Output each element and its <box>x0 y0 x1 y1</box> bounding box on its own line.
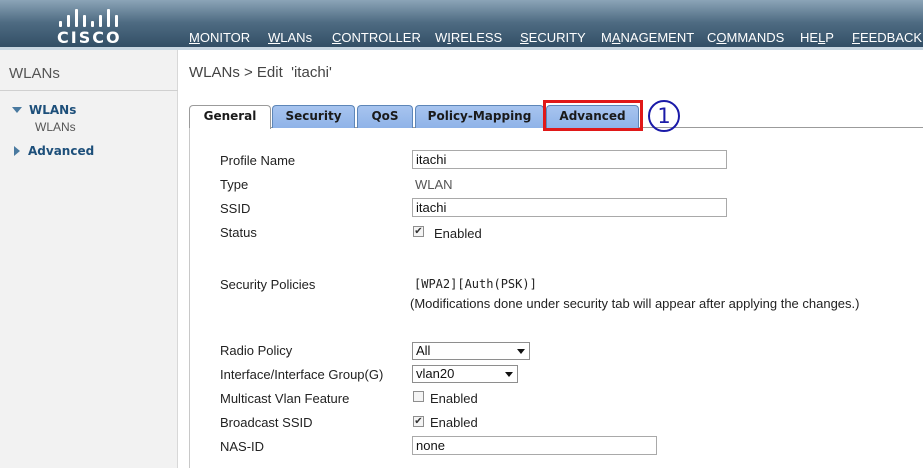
nav-commands[interactable]: COMMANDS <box>707 30 784 45</box>
radio-policy-selected: All <box>416 343 431 358</box>
status-label: Status <box>220 225 257 240</box>
tab-qos[interactable]: QoS <box>357 105 413 128</box>
nas-id-label: NAS-ID <box>220 439 265 454</box>
cisco-logo: CISCO <box>55 5 123 47</box>
ssid-label: SSID <box>220 201 251 216</box>
type-value: WLAN <box>415 177 453 192</box>
expand-triangle-icon[interactable] <box>12 107 22 113</box>
interface-selected: vlan20 <box>416 366 455 381</box>
nas-id-field[interactable]: none <box>412 436 657 455</box>
tab-general[interactable]: General <box>189 105 271 129</box>
nav-help[interactable]: HELP <box>800 30 834 45</box>
nav-security[interactable]: SECURITY <box>520 30 586 45</box>
sidebar-subitem-wlans[interactable]: WLANs <box>35 120 76 134</box>
profile-name-label: Profile Name <box>220 153 296 168</box>
nav-management[interactable]: MANAGEMENT <box>601 30 694 45</box>
tab-policy-mapping[interactable]: Policy-Mapping <box>415 105 544 128</box>
dropdown-arrow-icon <box>505 372 513 377</box>
page-title: WLANs > Edit 'itachi' <box>189 64 332 81</box>
advanced-tab-highlight <box>543 100 643 131</box>
ssid-field[interactable]: itachi <box>412 198 727 217</box>
nav-controller[interactable]: CONTROLLER <box>332 30 421 45</box>
sidebar-item-wlans[interactable]: WLANs <box>29 103 76 117</box>
radio-policy-select[interactable]: All <box>412 342 530 360</box>
broadcast-enabled-text: Enabled <box>430 415 478 430</box>
tab-security[interactable]: Security <box>272 105 355 128</box>
collapse-triangle-icon[interactable] <box>14 146 20 156</box>
nav-feedback[interactable]: FEEDBACK <box>852 30 922 45</box>
nav-wireless[interactable]: WIRELESS <box>435 30 502 45</box>
nav-monitor[interactable]: MONITOR <box>189 30 250 45</box>
broadcast-ssid-label: Broadcast SSID <box>220 415 313 430</box>
profile-name-field[interactable]: itachi <box>412 150 727 169</box>
security-policies-note: (Modifications done under security tab w… <box>410 296 860 311</box>
security-policies-label: Security Policies <box>220 277 316 292</box>
multicast-vlan-label: Multicast Vlan Feature <box>220 391 350 406</box>
sidebar-divider <box>0 90 178 91</box>
cisco-logo-bars-icon <box>55 5 123 27</box>
sidebar-item-advanced[interactable]: Advanced <box>28 144 94 158</box>
type-label: Type <box>220 177 249 192</box>
status-checkbox[interactable]: ✔ <box>413 226 424 237</box>
dropdown-arrow-icon <box>517 349 525 354</box>
multicast-vlan-checkbox[interactable] <box>413 391 424 402</box>
cisco-logo-text: CISCO <box>57 28 122 47</box>
sidebar: WLANs WLANs WLANs Advanced <box>0 50 178 468</box>
nav-wlans[interactable]: WLANs <box>268 30 312 45</box>
status-enabled-text: Enabled <box>434 226 482 241</box>
interface-select[interactable]: vlan20 <box>412 365 518 383</box>
radio-policy-label: Radio Policy <box>220 343 293 358</box>
security-policies-value: [WPA2][Auth(PSK)] <box>414 277 537 291</box>
sidebar-title: WLANs <box>9 65 60 82</box>
interface-label: Interface/Interface Group(G) <box>220 367 384 382</box>
top-header: CISCO MONITOR WLANs CONTROLLER WIRELESS … <box>0 0 923 50</box>
broadcast-ssid-checkbox[interactable]: ✔ <box>413 416 424 427</box>
multicast-enabled-text: Enabled <box>430 391 478 406</box>
